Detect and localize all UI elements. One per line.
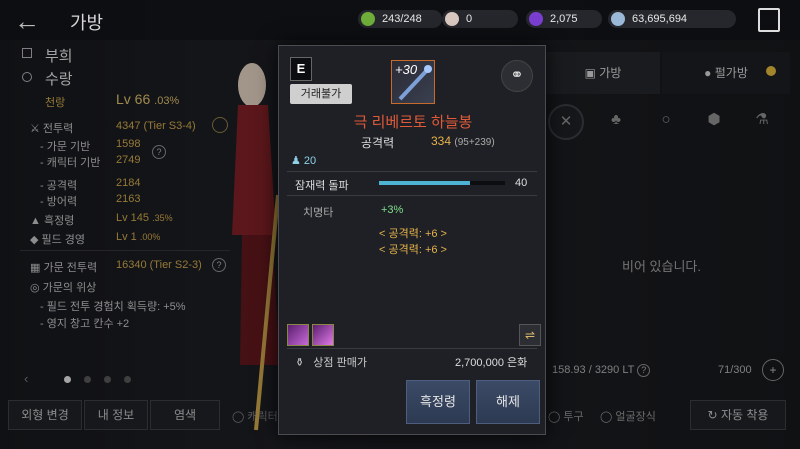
crystal-counter: 2,075 [526,10,602,28]
silver-counter: 63,695,694 [608,10,736,28]
stamina-icon [361,12,375,26]
awaken-bar-fill [379,181,470,185]
crystal-slot-icon[interactable] [287,324,309,346]
crystal-icon [529,12,543,26]
crit-label: 치명타 [303,207,334,219]
pearl-icon [445,12,459,26]
attack-value: 334 (95+239) [431,134,495,148]
bonus-line: < 공격력: +6 > [379,244,447,256]
exit-door-icon[interactable] [758,8,780,32]
trade-status-badge: 거래불가 [290,84,352,104]
item-icon: +30 [391,60,435,104]
transfer-icon[interactable]: ⇌ [519,324,541,346]
grade-badge: E [290,57,312,81]
top-bar: ← 가방 243/248 0 2,075 63,695,694 [0,0,800,40]
crystal-slot-icon[interactable] [312,324,334,346]
stamina-counter: 243/248 [358,10,442,28]
silver-icon [611,12,625,26]
bonus-line: < 공격력: +6 > [379,228,447,240]
pearl-counter: 0 [442,10,518,28]
unequip-button[interactable]: 해제 [476,380,540,424]
item-tooltip-panel: E 거래불가 +30 ⚭ 극 리베르토 하늘봉 공격력 334 (95+239)… [278,45,546,435]
awaken-label: 잠재력 돌파 [295,180,349,192]
back-arrow-icon[interactable]: ← [14,6,40,37]
awaken-value: 40 [515,177,528,189]
awaken-bar [379,181,505,185]
sell-price: 2,700,000 은화 [455,357,528,369]
attack-label: 공격력 [361,136,395,150]
sell-label: ⚱ 상점 판매가 [295,357,367,369]
item-name: 극 리베르토 하늘봉 [353,114,473,131]
blackspirit-button[interactable]: 흑정령 [406,380,470,424]
crit-value: +3% [381,204,404,216]
required-level: ♟ 20 [291,155,317,167]
link-icon[interactable]: ⚭ [501,60,533,92]
page-title: 가방 [70,13,104,33]
